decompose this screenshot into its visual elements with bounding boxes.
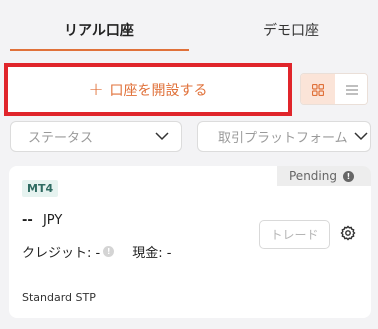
cash-label: 現金: - — [132, 246, 172, 261]
chevron-down-icon — [155, 132, 169, 141]
account-type: Standard STP — [22, 291, 96, 304]
plus-icon: + — [88, 79, 104, 100]
info-icon[interactable]: ! — [103, 246, 115, 257]
status-badge: Pending ! — [277, 166, 371, 186]
status-filter-dropdown[interactable]: ステータス — [10, 121, 182, 152]
platform-filter-placeholder: 取引プラットフォーム — [218, 131, 348, 146]
tab-demo-account[interactable]: デモ口座 — [263, 20, 319, 40]
trade-button[interactable]: トレード — [259, 220, 330, 249]
status-filter-placeholder: ステータス — [28, 131, 94, 146]
platform-badge: MT4 — [22, 180, 59, 197]
list-icon — [346, 85, 358, 95]
list-view-button[interactable] — [335, 74, 367, 104]
balance-value: -- — [22, 213, 33, 228]
tab-real-account[interactable]: リアル口座 — [64, 20, 134, 40]
grid-view-button[interactable] — [301, 74, 335, 104]
open-account-button[interactable]: + 口座を開設する — [4, 63, 292, 116]
account-card: Pending ! MT4 -- JPY クレジット: - ! 現金: - トレ… — [9, 166, 371, 318]
info-icon[interactable]: ! — [342, 170, 354, 182]
account-tabs: リアル口座 デモ口座 — [0, 0, 378, 54]
chevron-down-icon — [354, 132, 368, 141]
credit-label: クレジット: - — [22, 246, 101, 261]
view-toggle — [300, 73, 368, 105]
grid-icon — [312, 84, 324, 96]
platform-filter-dropdown[interactable]: 取引プラットフォーム — [197, 121, 371, 152]
credit-row: クレジット: - ! 現金: - — [22, 242, 171, 261]
balance: -- JPY — [22, 213, 62, 228]
currency: JPY — [42, 213, 63, 228]
status-text: Pending — [289, 169, 337, 183]
gear-icon[interactable] — [340, 225, 356, 241]
active-tab-indicator — [10, 49, 189, 51]
open-account-label: 口座を開設する — [109, 82, 208, 99]
